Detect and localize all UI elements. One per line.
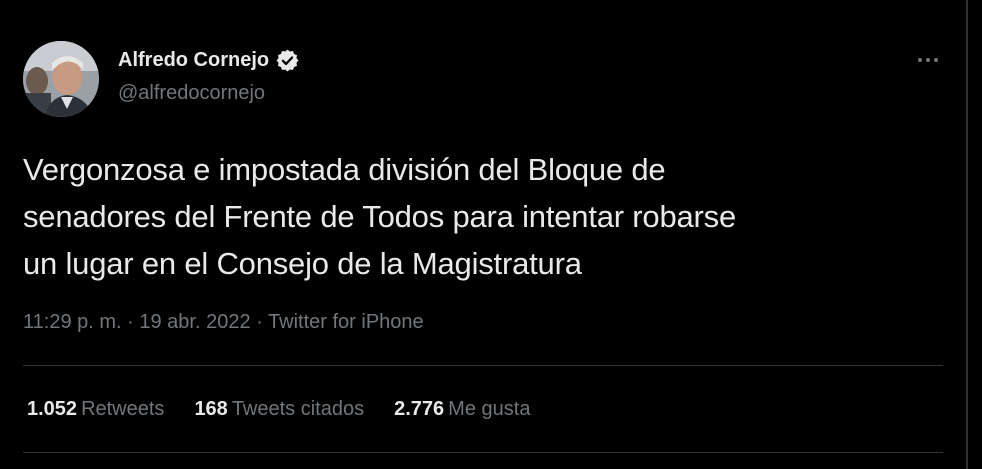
- retweets-stat[interactable]: 1.052 Retweets: [27, 398, 164, 421]
- likes-stat[interactable]: 2.776 Me gusta: [394, 398, 530, 421]
- meta-separator: ·: [256, 311, 263, 333]
- meta-separator: ·: [127, 311, 134, 333]
- tweet-metadata: 11:29 p. m. · 19 abr. 2022 · Twitter for…: [23, 308, 424, 336]
- quote-tweets-label: Tweets citados: [231, 397, 365, 420]
- profile-photo-icon: [23, 41, 99, 117]
- quote-tweets-stat[interactable]: 168 Tweets citados: [194, 398, 364, 421]
- author-display-name[interactable]: Alfredo Cornejo: [118, 45, 269, 75]
- avatar[interactable]: [23, 41, 99, 117]
- author-name-row[interactable]: Alfredo Cornejo: [118, 45, 300, 75]
- tweet-text: Vergonzosa e impostada división del Bloq…: [23, 152, 737, 281]
- tweet-date[interactable]: 19 abr. 2022: [139, 311, 250, 333]
- quote-tweets-count: 168: [194, 397, 228, 420]
- divider: [23, 452, 943, 453]
- engagement-stats: 1.052 Retweets 168 Tweets citados 2.776 Me …: [27, 394, 560, 424]
- tweet-card: Alfredo Cornejo @alfredocornejo Vergonzo…: [0, 0, 966, 469]
- retweets-label: Retweets: [81, 397, 165, 420]
- divider: [23, 365, 943, 366]
- more-horizontal-icon[interactable]: [908, 45, 948, 75]
- tweet-source[interactable]: Twitter for iPhone: [268, 311, 424, 333]
- retweets-count: 1.052: [27, 397, 78, 420]
- likes-label: Me gusta: [448, 397, 531, 420]
- likes-count: 2.776: [394, 397, 445, 420]
- author-handle[interactable]: @alfredocornejo: [118, 80, 265, 106]
- tweet-time[interactable]: 11:29 p. m.: [23, 311, 122, 333]
- verified-badge-icon: [275, 48, 300, 73]
- column-border: [966, 0, 968, 469]
